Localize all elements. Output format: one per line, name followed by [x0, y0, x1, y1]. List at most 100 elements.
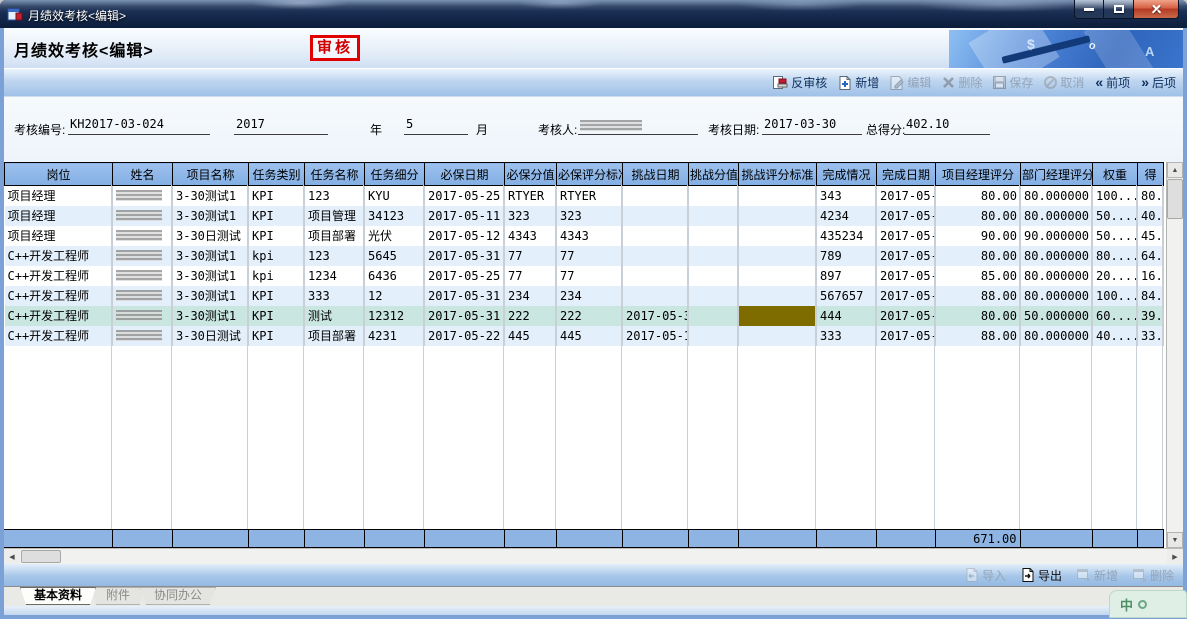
year-field[interactable]: 2017: [234, 117, 328, 135]
grid-cell[interactable]: 80.00: [936, 246, 1021, 266]
grid-cell[interactable]: 45.: [1138, 226, 1164, 246]
column-header-1[interactable]: 姓名: [113, 163, 173, 186]
column-header-9[interactable]: 挑战日期: [623, 163, 689, 186]
grid-cell[interactable]: 项目经理: [5, 186, 113, 206]
grid-cell[interactable]: 100...: [1093, 186, 1138, 206]
grid-cell[interactable]: 50....: [1093, 226, 1138, 246]
grid-cell[interactable]: 90.00: [936, 226, 1021, 246]
grid-cell[interactable]: RTYER: [557, 186, 623, 206]
assess-date-field[interactable]: 2017-03-30: [762, 117, 862, 135]
column-header-11[interactable]: 挑战评分标准: [739, 163, 817, 186]
grid-cell[interactable]: [739, 306, 817, 326]
grid-cell[interactable]: 2017-05-31: [877, 186, 936, 206]
grid-cell[interactable]: 80.00: [936, 206, 1021, 226]
grid-cell[interactable]: 222: [557, 306, 623, 326]
grid-cell[interactable]: [689, 186, 739, 206]
grid-cell[interactable]: 234: [557, 286, 623, 306]
grid-cell[interactable]: 90.000000: [1021, 226, 1093, 246]
column-header-12[interactable]: 完成情况: [817, 163, 877, 186]
grid-cell[interactable]: 222: [505, 306, 557, 326]
grid-cell[interactable]: 2017-05-11: [425, 206, 505, 226]
grid-cell[interactable]: 80.000000: [1021, 266, 1093, 286]
grid-cell[interactable]: C++开发工程师: [5, 286, 113, 306]
grid-cell[interactable]: 3-30日测试: [173, 226, 249, 246]
grid-cell[interactable]: 3-30日测试: [173, 326, 249, 346]
grid-cell[interactable]: KPI: [249, 226, 305, 246]
grid-cell[interactable]: 80.: [1138, 186, 1164, 206]
grid-cell[interactable]: 项目部署: [305, 226, 365, 246]
grid-cell[interactable]: 项目经理: [5, 226, 113, 246]
grid-cell[interactable]: 2017-05-31: [623, 306, 689, 326]
grid-cell[interactable]: 123: [305, 246, 365, 266]
grid-cell[interactable]: KPI: [249, 206, 305, 226]
grid-cell[interactable]: KPI: [249, 186, 305, 206]
vertical-scrollbar[interactable]: ▲ ▼: [1166, 162, 1183, 548]
grid-cell[interactable]: [113, 286, 173, 306]
maximize-button[interactable]: [1104, 0, 1133, 19]
column-header-5[interactable]: 任务细分: [365, 163, 425, 186]
grid-cell[interactable]: C++开发工程师: [5, 306, 113, 326]
toolbar-button-删除[interactable]: 删除: [1133, 567, 1174, 584]
grid-cell[interactable]: 测试: [305, 306, 365, 326]
grid-cell[interactable]: 12312: [365, 306, 425, 326]
grid-cell[interactable]: KPI: [249, 286, 305, 306]
grid-cell[interactable]: [739, 246, 817, 266]
grid-cell[interactable]: 80....: [1093, 246, 1138, 266]
vertical-scroll-thumb[interactable]: [1167, 179, 1183, 219]
grid-cell[interactable]: 39.: [1138, 306, 1164, 326]
grid-cell[interactable]: 16.: [1138, 266, 1164, 286]
grid-cell[interactable]: 84.: [1138, 286, 1164, 306]
grid-cell[interactable]: 1234: [305, 266, 365, 286]
grid-cell[interactable]: [623, 246, 689, 266]
grid-cell[interactable]: 789: [817, 246, 877, 266]
grid-cell[interactable]: 50....: [1093, 206, 1138, 226]
grid-cell[interactable]: 323: [505, 206, 557, 226]
grid-cell[interactable]: [113, 246, 173, 266]
grid-cell[interactable]: 333: [305, 286, 365, 306]
grid-cell[interactable]: [739, 186, 817, 206]
grid-cell[interactable]: 5645: [365, 246, 425, 266]
scroll-down-arrow-icon[interactable]: ▼: [1167, 532, 1183, 548]
grid-cell[interactable]: [739, 266, 817, 286]
scroll-up-arrow-icon[interactable]: ▲: [1167, 162, 1183, 178]
grid-cell[interactable]: 77: [505, 246, 557, 266]
column-header-8[interactable]: 必保评分标准: [557, 163, 623, 186]
scroll-right-arrow-icon[interactable]: ▶: [1167, 549, 1183, 564]
grid-cell[interactable]: [113, 266, 173, 286]
grid-cell[interactable]: [689, 226, 739, 246]
grid-cell[interactable]: 567657: [817, 286, 877, 306]
toolbar-button-新增[interactable]: 新增: [838, 74, 879, 91]
grid-cell[interactable]: 项目经理: [5, 206, 113, 226]
grid-cell[interactable]: [739, 206, 817, 226]
grid-cell[interactable]: 88.00: [936, 286, 1021, 306]
tab-基本资料[interactable]: 基本资料: [20, 587, 96, 605]
grid-cell[interactable]: 项目部署: [305, 326, 365, 346]
column-header-10[interactable]: 挑战分值: [689, 163, 739, 186]
column-header-14[interactable]: 项目经理评分: [936, 163, 1021, 186]
grid-cell[interactable]: 2017-05-25: [425, 266, 505, 286]
grid-cell[interactable]: KPI: [249, 306, 305, 326]
close-button[interactable]: [1133, 0, 1179, 19]
toolbar-button-删除[interactable]: 删除: [942, 74, 982, 91]
grid-cell[interactable]: 77: [557, 246, 623, 266]
grid-cell[interactable]: C++开发工程师: [5, 326, 113, 346]
grid-cell[interactable]: 3-30测试1: [173, 266, 249, 286]
column-header-13[interactable]: 完成日期: [877, 163, 936, 186]
column-header-2[interactable]: 项目名称: [173, 163, 249, 186]
grid-cell[interactable]: 3-30测试1: [173, 286, 249, 306]
grid-cell[interactable]: 34123: [365, 206, 425, 226]
grid-cell[interactable]: [113, 186, 173, 206]
grid-cell[interactable]: 2017-05-31: [425, 246, 505, 266]
toolbar-button-取消[interactable]: 取消: [1044, 74, 1084, 91]
grid-cell[interactable]: [739, 226, 817, 246]
grid-cell[interactable]: 2017-05-30: [877, 206, 936, 226]
grid-cell[interactable]: 40....: [1093, 326, 1138, 346]
grid-cell[interactable]: C++开发工程师: [5, 246, 113, 266]
grid-cell[interactable]: 445: [557, 326, 623, 346]
grid-cell[interactable]: 88.00: [936, 326, 1021, 346]
grid-cell[interactable]: 2017-05-31: [877, 246, 936, 266]
column-header-7[interactable]: 必保分值: [505, 163, 557, 186]
grid-cell[interactable]: 3-30测试1: [173, 186, 249, 206]
grid-cell[interactable]: 80.000000: [1021, 246, 1093, 266]
grid-cell[interactable]: 2017-05-30: [877, 286, 936, 306]
